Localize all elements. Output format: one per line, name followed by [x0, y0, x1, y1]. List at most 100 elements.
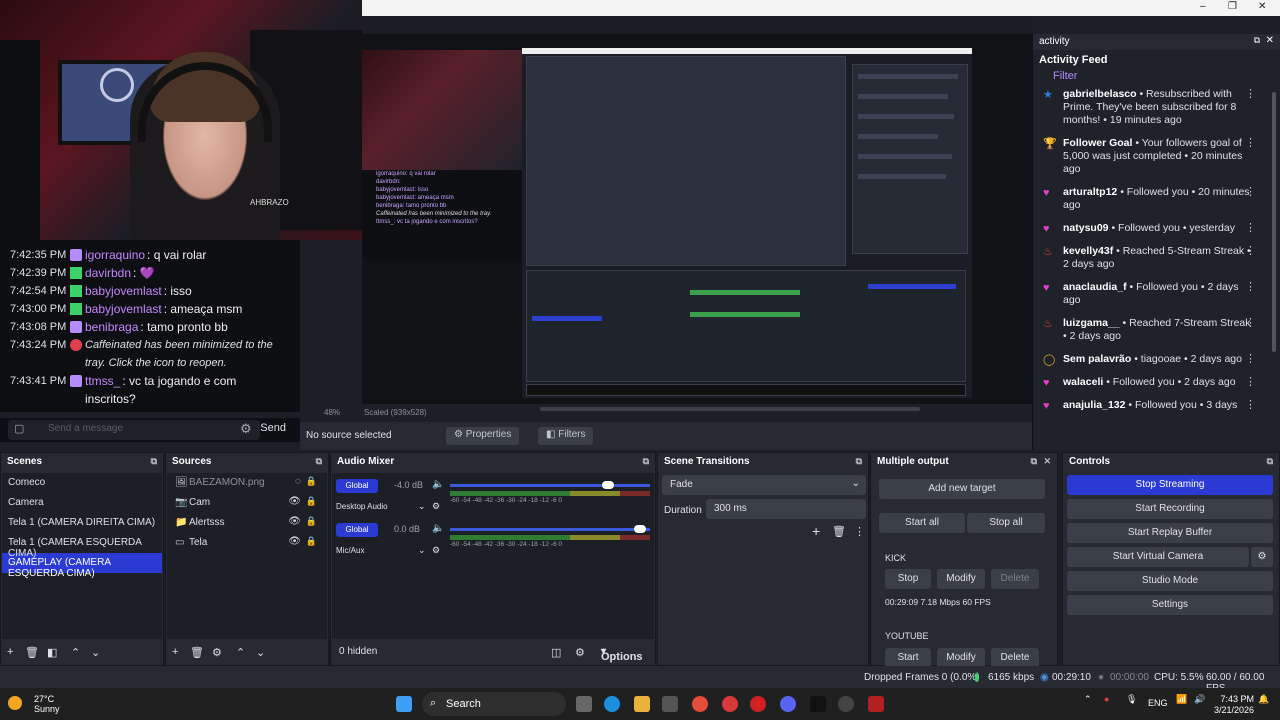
vertical-layout-icon[interactable]: ◫	[551, 646, 561, 659]
dock-popout-icon[interactable]: ⧉	[1267, 456, 1273, 467]
dock-popout-icon[interactable]: ⧉	[856, 456, 862, 467]
source-settings-gear-icon[interactable]: ⚙	[212, 646, 222, 659]
scene-item[interactable]: Camera	[2, 493, 162, 513]
restore-button[interactable]: ❐	[1228, 1, 1237, 12]
start-virtual-camera-button[interactable]: Start Virtual Camera	[1067, 547, 1249, 567]
dock-popout-icon[interactable]: ⧉	[643, 456, 649, 467]
move-up-icon[interactable]: ⌃	[71, 646, 80, 659]
youtube-modify-button[interactable]: Modify	[937, 648, 985, 668]
lock-icon[interactable]: 🔒	[306, 536, 317, 547]
channel-settings-icon[interactable]: ⚙	[432, 545, 440, 556]
stop-all-button[interactable]: Stop all	[967, 513, 1045, 533]
chrome-icon[interactable]	[692, 696, 708, 712]
activity-more-icon[interactable]: ⋮	[1245, 222, 1256, 235]
stop-streaming-button[interactable]: Stop Streaming	[1067, 475, 1273, 495]
scaled-resolution[interactable]: Scaled (939x528)	[364, 408, 427, 417]
filters-button[interactable]: ◧ Filters	[538, 427, 594, 445]
preview-canvas[interactable]: igorraquino: q vai rolar davirbdn: babyj…	[362, 34, 1032, 404]
weather-widget[interactable]: 27°C Sunny	[8, 694, 60, 714]
obs-icon[interactable]	[838, 696, 854, 712]
move-down-icon[interactable]: ⌄	[256, 646, 265, 659]
speaker-icon[interactable]: 🔈	[432, 523, 444, 534]
clock[interactable]: 7:43 PM 3/21/2026	[1214, 694, 1254, 716]
activity-more-icon[interactable]: ⋮	[1245, 353, 1256, 366]
visibility-eye-icon[interactable]: 👁	[288, 536, 301, 547]
remove-scene-icon[interactable]: 🗑	[25, 646, 39, 659]
transition-more-icon[interactable]: ⋮	[854, 525, 865, 538]
track-badge[interactable]: Global	[336, 479, 378, 493]
remove-transition-icon[interactable]: 🗑	[832, 525, 846, 538]
preview-scrollbar[interactable]	[540, 407, 920, 411]
caffeinated-icon[interactable]	[722, 696, 738, 712]
virtual-camera-settings-gear-icon[interactable]: ⚙	[1251, 547, 1273, 567]
move-up-icon[interactable]: ⌃	[236, 646, 245, 659]
duration-input[interactable]: 300 ms	[706, 499, 866, 519]
source-item[interactable]: 📷 Cam 👁 🔒	[167, 493, 327, 513]
dock-popout-icon[interactable]: ⧉	[151, 456, 157, 467]
source-item[interactable]: 📁 Alertsss 👁 🔒	[167, 513, 327, 533]
transition-select[interactable]: Fade ⌄	[662, 475, 866, 495]
tray-app-icon[interactable]: ●	[1104, 694, 1109, 704]
start-recording-button[interactable]: Start Recording	[1067, 499, 1273, 519]
lock-icon[interactable]: 🔒	[306, 496, 317, 507]
kick-modify-button[interactable]: Modify	[937, 569, 985, 589]
chat-message-input[interactable]	[8, 420, 260, 440]
scene-item[interactable]: Tela 1 (CAMERA DIREITA CIMA)	[2, 513, 162, 533]
activity-scrollbar[interactable]	[1272, 92, 1276, 352]
add-transition-icon[interactable]: +	[812, 523, 820, 539]
activity-filter-link[interactable]: Filter	[1033, 66, 1280, 82]
scene-item[interactable]: Tela 1 (CAMERA ESQUERDA CIMA)	[2, 533, 162, 559]
windows-start-icon[interactable]	[396, 696, 412, 712]
add-source-icon[interactable]: +	[172, 646, 178, 658]
scene-filters-icon[interactable]: ◧	[47, 646, 57, 659]
lock-icon[interactable]: 🔒	[306, 516, 317, 527]
source-item[interactable]: 🖼BAEZAMON.png ◌ 🔒	[167, 473, 327, 493]
start-all-button[interactable]: Start all	[879, 513, 965, 533]
activity-more-icon[interactable]: ⋮	[1245, 399, 1256, 412]
volume-slider-handle[interactable]	[602, 481, 614, 489]
emote-icon[interactable]: ▢	[14, 422, 24, 435]
dock-close-icon[interactable]: ✕	[1043, 456, 1051, 467]
channel-settings-icon[interactable]: ⚙	[432, 501, 440, 512]
obs-red-icon[interactable]	[750, 696, 766, 712]
channel-dropdown-icon[interactable]: ⌄	[418, 501, 426, 512]
close-button[interactable]: ✕	[1258, 1, 1266, 12]
mic-icon[interactable]: 🎙	[1126, 694, 1137, 705]
volume-slider-handle[interactable]	[634, 525, 646, 533]
activity-more-icon[interactable]: ⋮	[1245, 376, 1256, 389]
source-item[interactable]: ▭ Tela 👁 🔒	[167, 533, 327, 553]
dock-popout-icon[interactable]: ⧉	[1031, 456, 1037, 467]
chat-settings-gear-icon[interactable]: ⚙	[240, 421, 252, 437]
kick-stop-button[interactable]: Stop	[885, 569, 931, 589]
speaker-icon[interactable]: 🔈	[432, 479, 444, 490]
task-view-icon[interactable]	[576, 696, 592, 712]
volume-slider[interactable]	[450, 528, 650, 531]
properties-button[interactable]: ⚙ Properties	[446, 427, 520, 445]
activity-more-icon[interactable]: ⋮	[1245, 317, 1256, 330]
studio-mode-button[interactable]: Studio Mode	[1067, 571, 1273, 591]
app-icon[interactable]	[868, 696, 884, 712]
move-down-icon[interactable]: ⌄	[91, 646, 100, 659]
language-indicator[interactable]: ENG	[1148, 698, 1168, 708]
lock-icon[interactable]: 🔒	[306, 476, 317, 487]
visibility-eye-icon[interactable]: 👁	[288, 516, 301, 527]
volume-slider[interactable]	[450, 484, 650, 487]
add-scene-icon[interactable]: +	[7, 646, 13, 658]
capcut-icon[interactable]	[810, 696, 826, 712]
chat-send-button[interactable]: Send	[260, 422, 286, 434]
youtube-delete-button[interactable]: Delete	[991, 648, 1039, 668]
wifi-icon[interactable]: 📶	[1176, 694, 1187, 705]
volume-icon[interactable]: 🔊	[1194, 694, 1205, 705]
kick-delete-button[interactable]: Delete	[991, 569, 1039, 589]
file-explorer-icon[interactable]	[634, 696, 650, 712]
start-replay-buffer-button[interactable]: Start Replay Buffer	[1067, 523, 1273, 543]
visibility-eye-icon[interactable]: ◌	[295, 476, 301, 487]
channel-dropdown-icon[interactable]: ⌄	[418, 545, 426, 556]
minimize-button[interactable]: –	[1200, 1, 1206, 12]
dock-popout-icon[interactable]: ⧉	[316, 456, 322, 467]
taskbar-search[interactable]: ⌕ Search	[422, 692, 566, 716]
store-icon[interactable]	[662, 696, 678, 712]
advanced-audio-icon[interactable]: ⚙	[575, 646, 585, 659]
youtube-start-button[interactable]: Start	[885, 648, 931, 668]
activity-more-icon[interactable]: ⋮	[1245, 88, 1256, 101]
